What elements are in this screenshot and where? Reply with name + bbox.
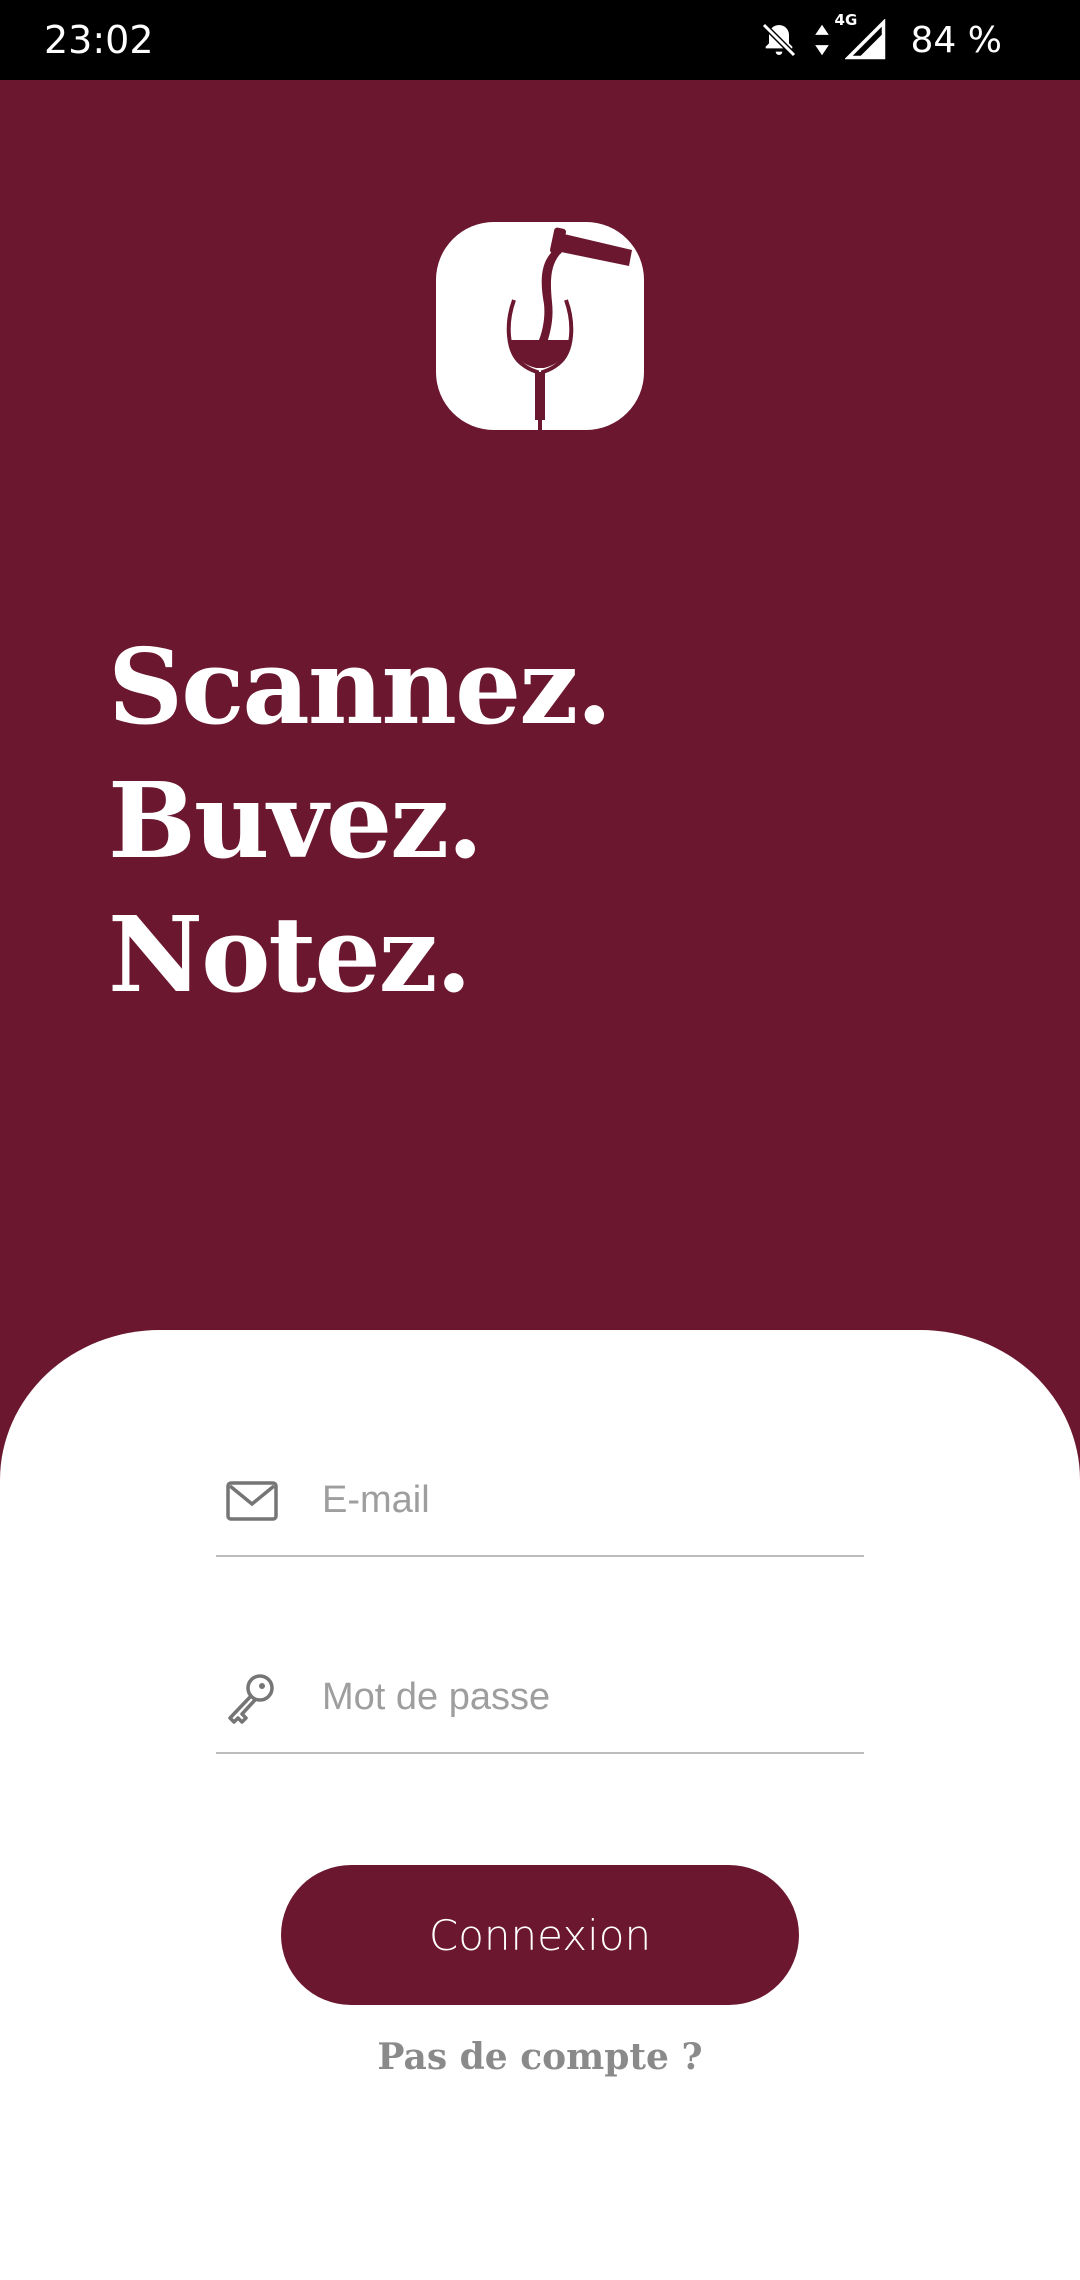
status-time: 23:02 — [44, 18, 154, 62]
slogan-line-1: Scannez. — [108, 625, 612, 748]
status-bar: 23:02 4G 84 % — [0, 0, 1080, 80]
data-arrows-icon — [813, 23, 831, 57]
signup-link[interactable]: Pas de compte ? — [0, 2036, 1080, 2078]
login-button[interactable]: Connexion — [281, 1865, 799, 2005]
slogan: Scannez. Buvez. Notez. — [108, 620, 612, 1022]
mail-icon — [224, 1473, 280, 1529]
bell-off-icon — [759, 20, 799, 60]
email-field[interactable] — [216, 1445, 864, 1557]
slogan-line-3: Notez. — [108, 893, 472, 1016]
app-logo — [436, 222, 644, 430]
slogan-line-2: Buvez. — [108, 759, 483, 882]
battery-level: 84 % — [910, 19, 1002, 61]
login-screen: 23:02 4G 84 % Scannez. Buvez. Notez. E-m… — [0, 0, 1080, 2280]
password-field[interactable] — [216, 1642, 864, 1754]
network-type: 4G — [834, 11, 858, 29]
signal-icon: 4G — [835, 11, 887, 61]
password-input[interactable] — [322, 1664, 842, 1730]
email-input[interactable] — [322, 1467, 842, 1533]
key-icon — [224, 1670, 280, 1726]
status-icons: 4G 84 % — [759, 11, 1002, 66]
